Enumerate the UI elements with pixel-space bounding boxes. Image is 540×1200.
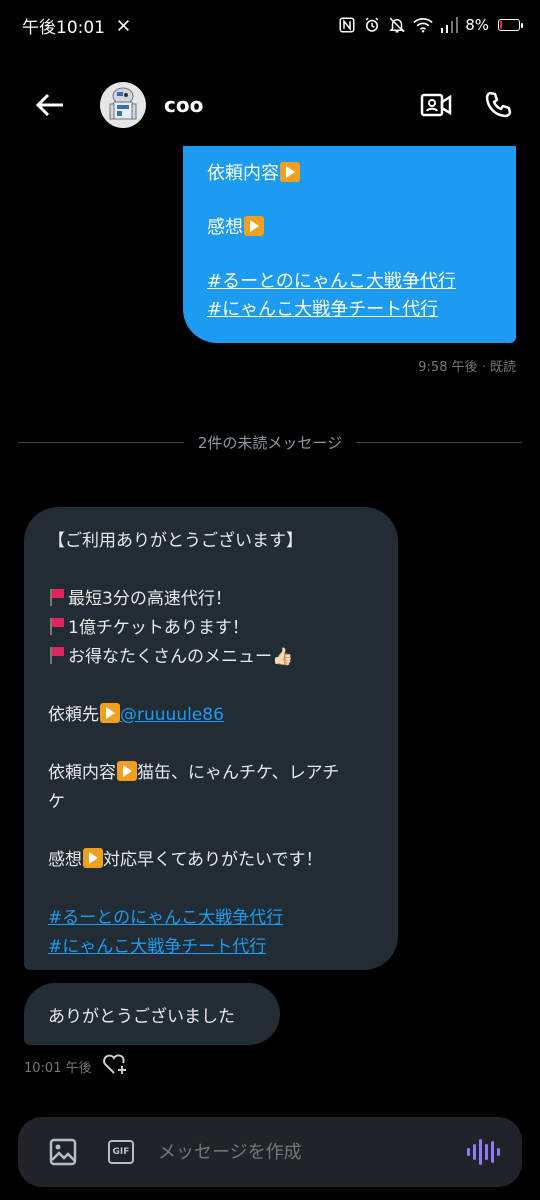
message-title: 【ご利用ありがとうございます】 [48, 531, 303, 551]
play-button-icon [117, 761, 137, 781]
review-label: 感想 [207, 217, 243, 238]
battery-level [500, 21, 502, 29]
voice-wave-bar [491, 1141, 494, 1163]
conversation-header: coo [0, 62, 540, 148]
request-line: 依頼内容 猫缶、にゃんチケ、レアチ [48, 761, 340, 783]
sent-message-meta: 9:58 午後 · 既読 [418, 360, 516, 375]
phone-call-button[interactable] [480, 87, 516, 123]
message-input[interactable] [158, 1141, 467, 1163]
mention-link[interactable]: @ruuuule86 [120, 705, 224, 725]
hashtag-link[interactable]: #るーとのにゃんこ大戦争代行 [48, 904, 374, 933]
contact-name[interactable]: coo [164, 93, 418, 117]
sent-line-review: 感想 [207, 214, 492, 242]
status-time: 午後10:01 [22, 17, 105, 38]
avatar[interactable] [100, 82, 146, 128]
bullet-line: 最短3分の高速代行！ [48, 585, 374, 614]
phone-icon [485, 91, 512, 118]
heart-plus-icon [102, 1054, 126, 1074]
bullet-line: 1億チケットあります！ [48, 614, 374, 643]
red-flag-icon [48, 588, 66, 606]
sent-line-request: 依頼内容 [207, 160, 492, 188]
battery-icon [498, 19, 523, 31]
voice-wave-bar [497, 1148, 500, 1156]
play-button-icon [100, 703, 120, 723]
x-app-icon [117, 19, 130, 32]
play-button-icon [83, 848, 103, 868]
add-reaction-button[interactable] [102, 1053, 128, 1079]
message-timestamp: 10:01 午後 [24, 1060, 92, 1076]
message-composer: GIF [18, 1117, 522, 1187]
signal-icon [440, 17, 459, 33]
wifi-icon [413, 17, 433, 33]
image-button[interactable] [48, 1137, 78, 1167]
message-text: ありがとうございました [48, 1006, 235, 1027]
voice-wave-bar [479, 1139, 482, 1165]
robot-avatar-icon [109, 87, 137, 120]
unread-divider: 2件の未読メッセージ [18, 430, 522, 454]
received-message-bubble[interactable]: ありがとうございました [24, 983, 280, 1045]
divider-line [356, 441, 522, 443]
received-message-meta: 10:01 午後 [24, 1053, 128, 1079]
status-bar: 午後10:01 8% [0, 0, 540, 50]
review-line: 感想 対応早くてありがたいです！ [48, 848, 323, 870]
voice-wave-bar [473, 1144, 476, 1160]
bullet-line: お得なたくさんのメニュー👍🏻 [48, 643, 374, 672]
hashtag-link[interactable]: #にゃんこ大戦争チート代行 [48, 933, 374, 962]
sent-message-bubble[interactable]: 依頼内容 感想 #るーとのにゃんこ大戦争代行 #にゃんこ大戦争チート代行 [183, 146, 516, 343]
bell-muted-icon [388, 16, 406, 34]
status-left: 午後10:01 [22, 13, 130, 38]
play-button-icon [280, 162, 300, 182]
nfc-icon [338, 16, 356, 34]
unread-count-label: 2件の未読メッセージ [197, 433, 343, 452]
play-button-icon [244, 216, 264, 236]
hashtag-link[interactable]: #るーとのにゃんこ大戦争代行 [207, 268, 492, 296]
back-button[interactable] [30, 85, 70, 125]
voice-wave-bar [485, 1144, 488, 1160]
image-icon [49, 1138, 77, 1166]
hashtag-link[interactable]: #にゃんこ大戦争チート代行 [207, 296, 492, 324]
gif-button[interactable]: GIF [108, 1140, 134, 1164]
divider-line [18, 441, 184, 443]
back-arrow-icon [35, 93, 63, 117]
request-line-cont: ケ [48, 792, 65, 812]
request-label: 依頼内容 [207, 163, 279, 184]
contact-line: 依頼先 @ruuuule86 [48, 703, 224, 725]
red-flag-icon [48, 617, 66, 635]
battery-percent: 8% [465, 16, 489, 34]
alarm-icon [363, 16, 381, 34]
video-call-button[interactable] [418, 87, 454, 123]
voice-wave-bar [467, 1148, 470, 1156]
voice-message-button[interactable] [467, 1137, 500, 1167]
status-right: 8% [338, 16, 523, 34]
video-camera-icon [420, 93, 452, 117]
red-flag-icon [48, 646, 66, 664]
received-message-bubble[interactable]: 【ご利用ありがとうございます】 最短3分の高速代行！ 1億チケットあります！ お… [24, 507, 398, 970]
header-actions [418, 87, 516, 123]
